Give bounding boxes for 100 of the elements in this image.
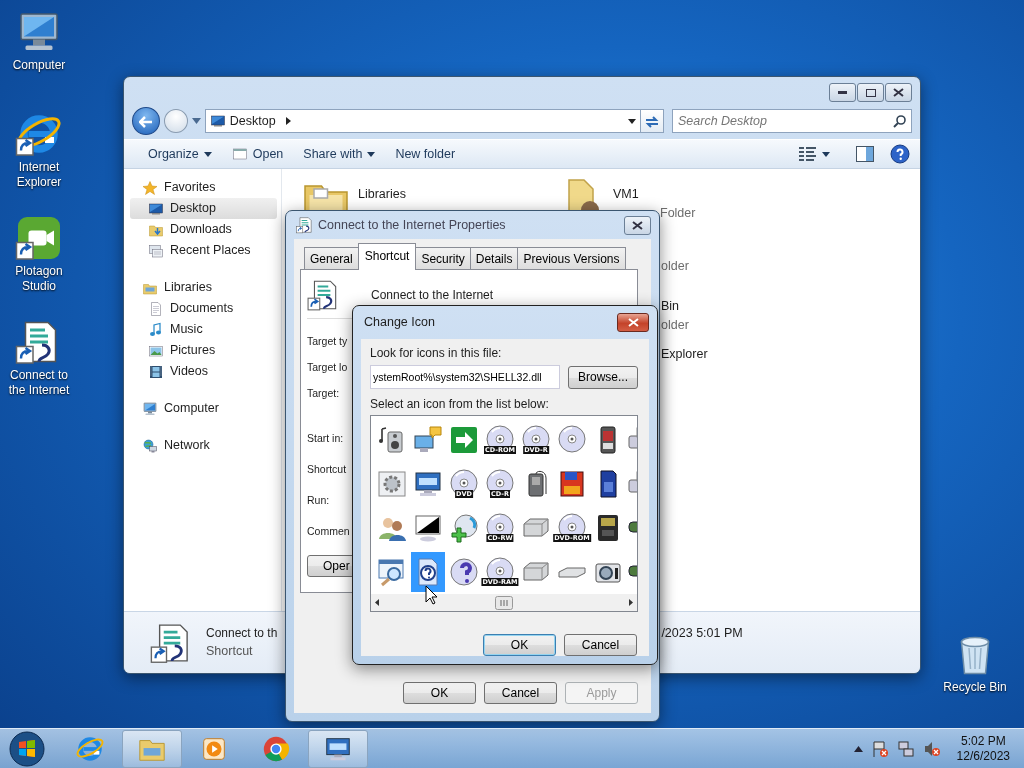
dropdown-arrow-icon[interactable] xyxy=(628,118,637,124)
shortcut-name: Connect to the Internet xyxy=(371,287,494,304)
desktop-camera-icon[interactable] xyxy=(15,214,63,262)
file-type: older xyxy=(661,258,689,275)
desktop-icon-label[interactable]: Recycle Bin xyxy=(943,680,1007,695)
sidebar-item[interactable]: Documents xyxy=(124,298,281,319)
sidebar-item[interactable]: Downloads xyxy=(124,219,281,240)
disc-add-icon xyxy=(448,512,480,544)
scroll-thumb[interactable] xyxy=(495,595,513,610)
back-button[interactable] xyxy=(132,107,160,135)
field-label: Run: xyxy=(307,492,330,508)
file-name[interactable]: Libraries xyxy=(358,185,406,204)
desktop-icon-label[interactable]: Plotagon Studio xyxy=(1,264,77,294)
scrollbar[interactable] xyxy=(371,594,637,611)
search-field[interactable]: Search Desktop xyxy=(672,109,912,133)
preview-pane-icon[interactable] xyxy=(856,146,874,162)
dialog-button[interactable]: Cancel xyxy=(564,634,637,656)
gear-icon xyxy=(376,468,408,500)
file-name[interactable]: Bin xyxy=(661,297,680,316)
document-icon xyxy=(148,300,164,317)
dialog-button[interactable]: OK xyxy=(483,634,556,656)
sidebar-heading[interactable]: Libraries xyxy=(124,277,281,298)
field-label: Target: xyxy=(307,386,340,402)
toolbar-button[interactable]: Open xyxy=(221,141,294,167)
recent-places-icon xyxy=(148,242,164,259)
field-label: Look for icons in this file: xyxy=(370,345,502,362)
sidebar-heading[interactable]: Favorites xyxy=(124,177,281,198)
network-icon[interactable] xyxy=(896,739,915,758)
star-icon xyxy=(142,179,158,196)
desktop-icon xyxy=(209,113,226,129)
menu-button[interactable]: Organize xyxy=(138,141,222,167)
clock[interactable]: 5:02 PM 12/6/2023 xyxy=(956,733,1010,764)
taskbar-button[interactable] xyxy=(308,729,368,768)
sidebar-item[interactable]: Videos xyxy=(124,361,281,382)
address-bar[interactable]: Desktop xyxy=(204,109,642,133)
file-name: Connect to th xyxy=(206,625,278,643)
date-modified: /2023 5:01 PM xyxy=(661,625,743,643)
field-label: Shortcut xyxy=(307,461,347,477)
icon-option[interactable] xyxy=(411,552,445,592)
field-label: Target ty xyxy=(307,334,348,350)
window-title: Change Icon xyxy=(364,314,435,332)
file-type: older xyxy=(661,316,689,334)
field-label: Target lo xyxy=(307,360,348,376)
sidebar-item[interactable]: Recent Places xyxy=(124,240,281,261)
dialog-button[interactable]: OK xyxy=(403,682,476,704)
file-type: Shortcut xyxy=(206,643,253,661)
network-icon xyxy=(142,437,158,454)
desktop-icon-label[interactable]: Internet Explorer xyxy=(1,160,77,190)
history-dropdown-icon[interactable] xyxy=(191,118,201,124)
search-icon[interactable] xyxy=(893,115,906,128)
script-icon xyxy=(296,216,314,234)
sidebar-item[interactable]: Music xyxy=(124,319,281,340)
field-label: Start in: xyxy=(307,430,344,446)
show-hidden-icons-icon[interactable] xyxy=(853,745,863,752)
desktop-icon-label[interactable]: Computer xyxy=(12,58,66,73)
sidebar-item[interactable]: Pictures xyxy=(124,340,281,361)
disc-help-icon xyxy=(448,556,480,588)
close-button[interactable] xyxy=(885,83,912,102)
tab[interactable]: Shortcut xyxy=(357,243,417,270)
close-button[interactable] xyxy=(617,313,649,332)
close-icon xyxy=(893,88,904,97)
sidebar-item[interactable]: Desktop xyxy=(130,198,277,219)
breadcrumb-arrow-icon[interactable] xyxy=(285,117,291,125)
field-label: Select an icon from the list below: xyxy=(370,396,549,413)
scroll-right-icon[interactable] xyxy=(629,599,633,606)
file-name[interactable]: VM1 xyxy=(613,185,639,204)
menu-button[interactable]: Share with xyxy=(293,141,386,167)
scroll-left-icon[interactable] xyxy=(375,599,379,606)
help-icon[interactable] xyxy=(890,144,910,164)
sidebar-heading[interactable]: Network xyxy=(124,435,281,456)
file-path-field[interactable]: ystemRoot%\system32\SHELL32.dll xyxy=(370,365,560,389)
start-button[interactable] xyxy=(8,729,46,768)
film-icon xyxy=(148,363,164,380)
minimize-button[interactable] xyxy=(829,83,856,102)
close-icon xyxy=(627,318,639,327)
maximize-button[interactable] xyxy=(857,83,884,102)
sidebar-heading[interactable]: Computer xyxy=(124,398,281,419)
desktop-icon xyxy=(148,200,164,217)
field-label: Commen xyxy=(307,523,350,539)
toolbar-button[interactable]: New folder xyxy=(385,141,466,167)
maximize-icon xyxy=(865,88,876,97)
window-title: Connect to the Internet Properties xyxy=(318,216,506,234)
tab[interactable]: General xyxy=(304,247,359,270)
computer-icon xyxy=(142,400,158,417)
browse-button[interactable]: Browse... xyxy=(568,365,638,389)
caret-icon xyxy=(203,151,212,157)
caret-icon xyxy=(367,151,376,157)
minimize-icon xyxy=(838,91,847,94)
close-icon xyxy=(632,220,643,230)
desktop-icon-label[interactable]: Connect to the Internet xyxy=(1,368,77,398)
dialog-button[interactable]: Cancel xyxy=(484,682,557,704)
disc-icon xyxy=(556,424,588,456)
flag-icon[interactable] xyxy=(870,739,889,758)
tab[interactable]: Previous Versions xyxy=(517,247,626,270)
refresh-button[interactable] xyxy=(640,109,664,133)
file-name[interactable]: Explorer xyxy=(661,345,708,364)
file-type: Folder xyxy=(660,204,696,222)
close-button[interactable] xyxy=(624,215,651,235)
refresh-icon xyxy=(644,114,661,129)
address-text[interactable]: Desktop xyxy=(229,111,276,131)
